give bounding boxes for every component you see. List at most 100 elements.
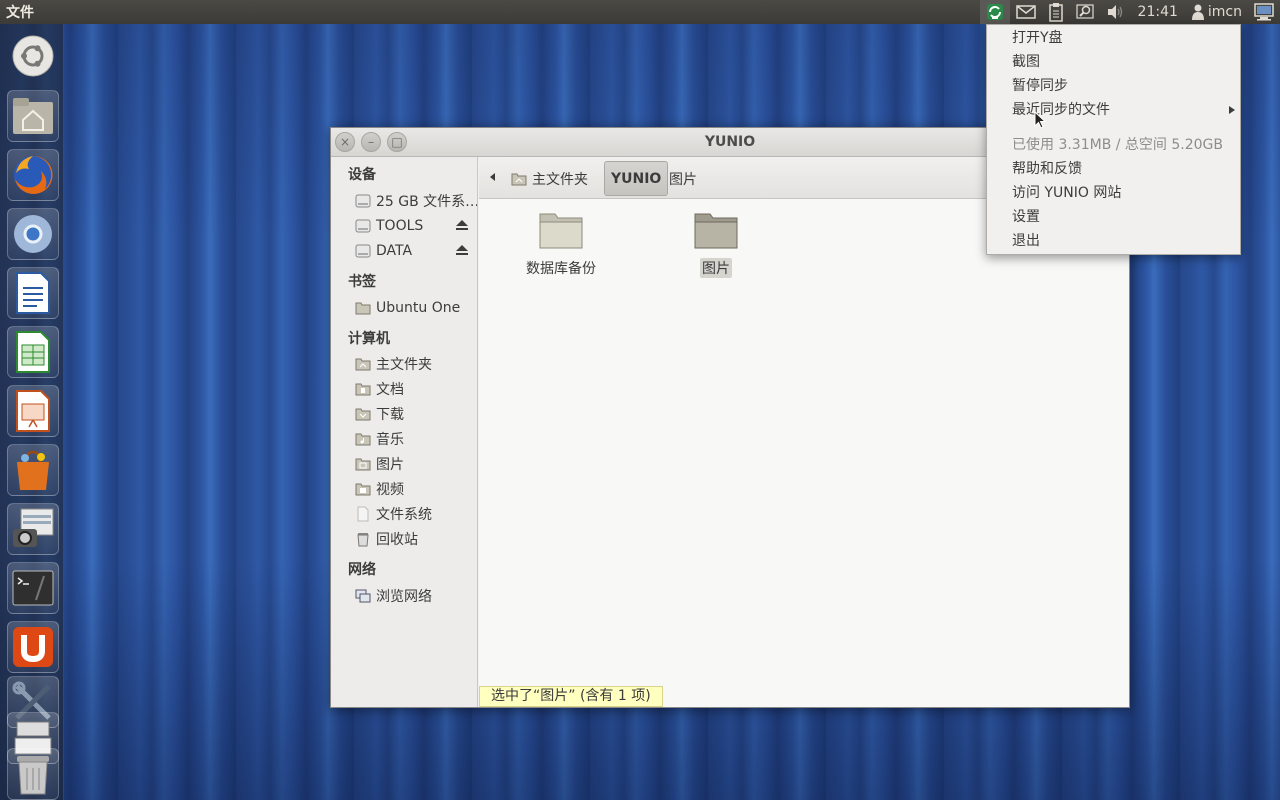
sidebar-item-downloads[interactable]: 下载	[355, 403, 477, 425]
launcher-impress[interactable]	[7, 385, 59, 437]
breadcrumb-home[interactable]: 主文件夹	[505, 161, 594, 196]
menu-item-storage-usage: 已使用 3.31MB / 总空间 5.20GB	[1012, 137, 1223, 153]
sidebar-item-data[interactable]: DATA	[355, 240, 477, 262]
folder-label: 数据库备份	[526, 261, 596, 277]
sidebar-item-label: 下载	[376, 407, 404, 423]
sidebar-item-label: 音乐	[376, 432, 404, 448]
software-center-icon	[17, 450, 49, 490]
folder-icon	[355, 302, 371, 315]
sidebar-item-documents[interactable]: 文档	[355, 378, 477, 400]
breadcrumb-pictures[interactable]: 图片	[663, 161, 703, 196]
file-view[interactable]: 数据库备份 图片	[479, 199, 1129, 707]
trash-icon	[17, 756, 49, 795]
ubuntu-logo-icon	[12, 35, 54, 77]
app-menu-title[interactable]: 文件	[0, 2, 34, 22]
eject-icon[interactable]	[455, 219, 469, 231]
documents-folder-icon	[355, 383, 371, 396]
breadcrumb-current[interactable]: YUNIO	[604, 161, 669, 196]
yunio-sync-icon	[986, 4, 1003, 20]
launcher-dash-button[interactable]	[7, 30, 59, 82]
sidebar-item-filesystem-25gb[interactable]: 25 GB 文件系…	[355, 190, 477, 212]
menu-item-quit[interactable]: 退出	[1012, 230, 1040, 252]
launcher	[0, 24, 64, 800]
yunio-sync-indicator[interactable]	[979, 0, 1010, 24]
impress-icon	[16, 390, 50, 432]
sidebar-item-label: 图片	[376, 457, 404, 473]
launcher-chromium[interactable]	[7, 208, 59, 260]
menu-item-screenshot[interactable]: 截图	[1012, 51, 1040, 73]
maximize-button[interactable]: □	[387, 132, 407, 152]
mouse-pointer-icon	[1034, 111, 1046, 129]
volume-icon	[1107, 5, 1122, 19]
launcher-screenshot[interactable]	[7, 503, 59, 555]
sidebar-item-music[interactable]: 音乐	[355, 428, 477, 450]
sidebar-heading-computer: 计算机	[348, 331, 390, 347]
pictures-folder-icon	[355, 458, 371, 471]
sound-indicator[interactable]	[1100, 0, 1130, 24]
launcher-ubuntu-one[interactable]	[7, 621, 59, 673]
drive-icon	[355, 194, 371, 208]
submenu-arrow-icon	[1229, 106, 1235, 114]
drive-icon	[355, 244, 371, 258]
sidebar-item-home[interactable]: 主文件夹	[355, 353, 477, 375]
sidebar-item-videos[interactable]: 视频	[355, 478, 477, 500]
user-name: imcn	[1207, 4, 1242, 20]
launcher-terminal[interactable]	[7, 562, 59, 614]
search-indicator[interactable]	[1070, 0, 1100, 24]
launcher-home-folder[interactable]	[7, 90, 59, 142]
user-menu[interactable]: imcn	[1186, 0, 1248, 24]
sidebar-item-label: 浏览网络	[376, 589, 432, 605]
folder-icon	[694, 213, 738, 249]
user-icon	[1191, 4, 1204, 20]
clock[interactable]: 21:41	[1130, 0, 1186, 24]
filesystem-icon	[357, 506, 369, 522]
sidebar-item-trash[interactable]: 回收站	[355, 528, 477, 550]
menu-item-visit-website[interactable]: 访问 YUNIO 网站	[1012, 182, 1121, 204]
drive-icon	[355, 219, 371, 233]
launcher-writer[interactable]	[7, 267, 59, 319]
breadcrumb-left-arrow-icon[interactable]	[487, 171, 499, 183]
firefox-icon	[14, 155, 53, 194]
ubuntu-one-icon	[13, 627, 53, 667]
mail-icon	[1015, 5, 1036, 19]
music-folder-icon	[355, 433, 371, 446]
sidebar-item-label: DATA	[376, 243, 413, 259]
breadcrumb-label: 主文件夹	[532, 171, 588, 188]
minimize-button[interactable]: –	[361, 132, 381, 152]
launcher-software-center[interactable]	[7, 444, 59, 496]
sidebar-item-tools[interactable]: TOOLS	[355, 215, 477, 237]
clipboard-indicator[interactable]	[1042, 0, 1070, 24]
launcher-calc[interactable]	[7, 326, 59, 378]
sidebar-item-pictures[interactable]: 图片	[355, 453, 477, 475]
launcher-firefox[interactable]	[7, 149, 59, 201]
menu-item-help-feedback[interactable]: 帮助和反馈	[1012, 158, 1082, 180]
sidebar-item-filesystem[interactable]: 文件系统	[355, 503, 477, 525]
menu-item-settings[interactable]: 设置	[1012, 206, 1040, 228]
trash-icon	[357, 533, 369, 547]
sidebar-item-label: 视频	[376, 482, 404, 498]
menu-item-pause-sync[interactable]: 暂停同步	[1012, 75, 1068, 97]
sidebar-heading-devices: 设备	[348, 167, 376, 183]
launcher-trash[interactable]	[7, 748, 59, 800]
menu-item-recent-files[interactable]: 最近同步的文件	[1012, 99, 1110, 121]
sidebar-heading-bookmarks: 书签	[348, 274, 376, 290]
home-folder-icon	[13, 98, 53, 134]
close-button[interactable]: ×	[335, 132, 355, 152]
menu-item-open-ydisk[interactable]: 打开Y盘	[1012, 27, 1063, 49]
sidebar-item-label: 回收站	[376, 532, 418, 548]
sidebar-item-label: 文件系统	[376, 507, 432, 523]
places-sidebar: 设备 25 GB 文件系… TOOLS DATA 书签 Ubuntu One 计…	[331, 157, 478, 707]
sidebar-item-ubuntu-one[interactable]: Ubuntu One	[355, 297, 477, 319]
folder-label: 图片	[700, 258, 732, 278]
sidebar-item-label: TOOLS	[376, 218, 424, 234]
folder-item-selected[interactable]: 图片	[661, 210, 771, 278]
eject-icon[interactable]	[455, 244, 469, 256]
messaging-indicator[interactable]	[1010, 0, 1042, 24]
home-folder-icon	[511, 173, 527, 185]
folder-item[interactable]: 数据库备份	[506, 210, 616, 278]
sidebar-item-label: 主文件夹	[376, 357, 432, 373]
session-indicator[interactable]	[1248, 0, 1280, 24]
sidebar-item-label: 25 GB 文件系…	[376, 194, 477, 210]
indicator-area: 21:41 imcn	[979, 0, 1280, 24]
sidebar-item-browse-network[interactable]: 浏览网络	[355, 585, 477, 607]
